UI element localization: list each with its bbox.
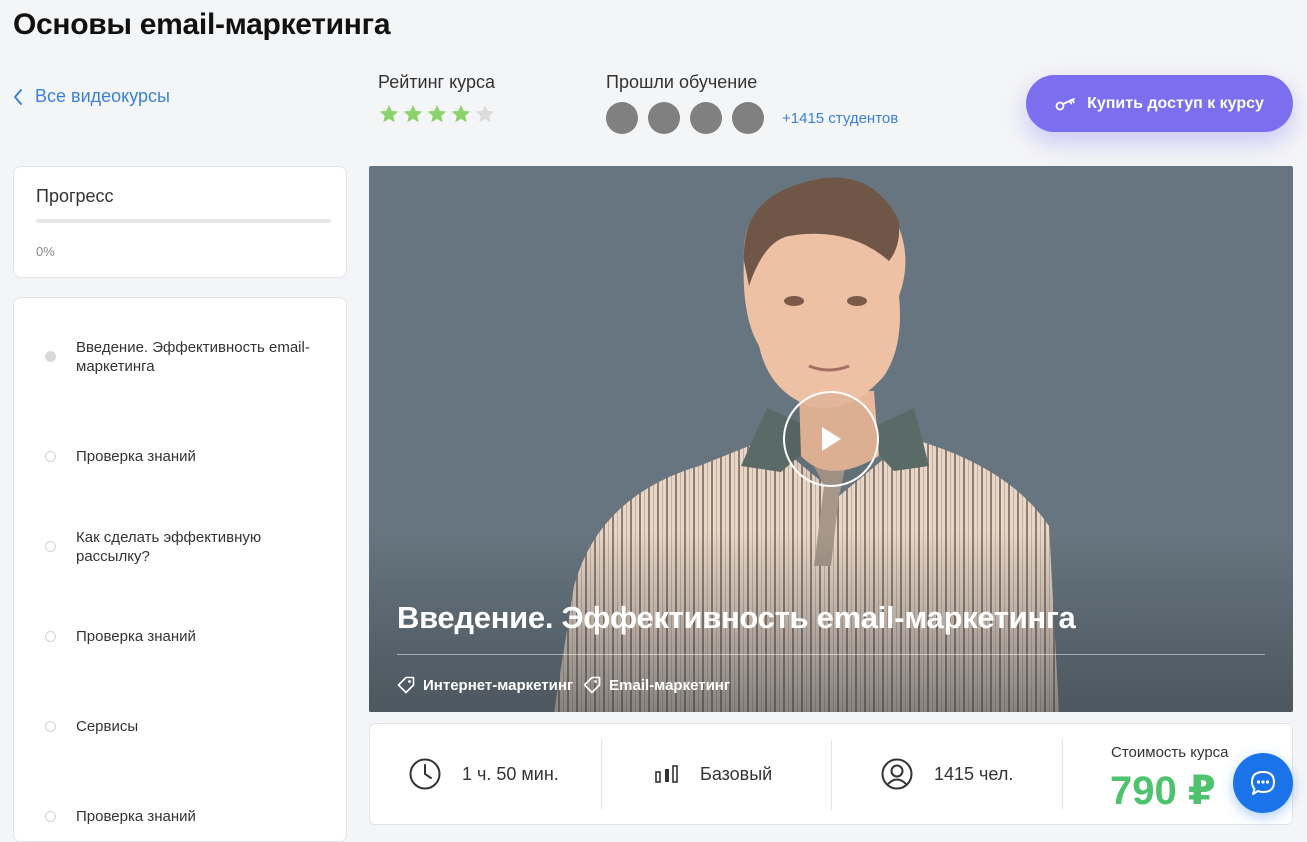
level-text: Базовый [700, 763, 773, 784]
progress-value: 0% [36, 244, 55, 259]
level-info: Базовый [655, 724, 772, 824]
back-link-label: Все видеокурсы [35, 86, 170, 106]
avatar [690, 102, 722, 134]
star-filled-icon [403, 104, 423, 123]
lesson-label: Как сделать эффективную рассылку? [76, 529, 262, 565]
students-label: Прошли обучение [606, 72, 758, 92]
video-tag-label: Интернет-маркетинг [423, 676, 574, 694]
video-title: Введение. Эффективность email-маркетинга [397, 600, 1076, 635]
duration-text: 1 ч. 50 мин. [462, 763, 559, 784]
lesson-status-dot [45, 541, 56, 552]
star-filled-icon [451, 104, 471, 123]
lesson-status-dot [45, 811, 56, 822]
students-count-link[interactable]: +1415 студентов [782, 110, 898, 127]
play-icon [822, 427, 841, 451]
tag-icon [583, 676, 601, 694]
progress-card: Прогресс 0% [13, 166, 347, 278]
progress-bar [36, 219, 331, 223]
avatar [648, 102, 680, 134]
rating-stars [378, 103, 496, 125]
course-info-bar: 1 ч. 50 мин. Базовый 1415 чел. Стоимость… [369, 723, 1293, 825]
price-label: Стоимость курса [1111, 744, 1229, 761]
key-icon [1055, 97, 1075, 110]
price-value: 790 ₽ [1110, 769, 1216, 813]
lesson-status-dot [45, 351, 56, 362]
lesson-label: Проверка знаний [76, 448, 196, 465]
video-tag[interactable]: Интернет-маркетинг [397, 676, 573, 694]
rating-label: Рейтинг курса [378, 72, 495, 92]
lesson-status-dot [45, 451, 56, 462]
avatar [606, 102, 638, 134]
lesson-label: Проверка знаний [76, 808, 196, 825]
star-empty-icon [475, 104, 495, 123]
star-filled-icon [427, 104, 447, 123]
video-divider [397, 654, 1265, 655]
info-divider [601, 740, 602, 810]
clock-icon [409, 758, 441, 790]
lesson-label: Введение. Эффективность email-маркетинга [76, 339, 310, 375]
lesson-label: Сервисы [76, 718, 139, 735]
lesson-label: Проверка знаний [76, 628, 196, 645]
video-tag-label: Email-маркетинг [609, 676, 731, 694]
page-title: Основы email-маркетинга [13, 8, 391, 41]
chevron-left-icon [14, 88, 22, 105]
back-to-courses-link[interactable]: Все видеокурсы [13, 86, 170, 107]
video-tag[interactable]: Email-маркетинг [583, 676, 730, 694]
student-avatars: +1415 студентов [606, 102, 898, 134]
play-button[interactable] [783, 391, 879, 487]
lesson-status-dot [45, 631, 56, 642]
course-rating: Рейтинг курса [378, 72, 496, 125]
info-divider [831, 740, 832, 810]
chat-icon [1251, 771, 1275, 795]
duration-info: 1 ч. 50 мин. [408, 724, 559, 824]
info-divider [1062, 740, 1063, 810]
avatar [732, 102, 764, 134]
user-icon [881, 758, 913, 790]
lesson-status-dot [45, 721, 56, 732]
buy-button-label: Купить доступ к курсу [1087, 94, 1264, 112]
buy-access-button[interactable]: Купить доступ к курсу [1026, 75, 1293, 132]
people-text: 1415 чел. [934, 763, 1014, 784]
tag-icon [397, 676, 415, 694]
star-filled-icon [379, 104, 399, 123]
video-tags: Интернет-маркетинг Email-маркетинг [397, 676, 730, 694]
students-completed: Прошли обучение +1415 студентов [606, 72, 898, 134]
video-player[interactable]: Введение. Эффективность email-маркетинга… [369, 166, 1293, 712]
lessons-list: Введение. Эффективность email-маркетинга… [13, 297, 347, 842]
chat-button[interactable] [1233, 753, 1293, 813]
level-bars-icon [655, 765, 678, 783]
people-info: 1415 чел. [880, 724, 1013, 824]
progress-title: Прогресс [36, 186, 114, 206]
